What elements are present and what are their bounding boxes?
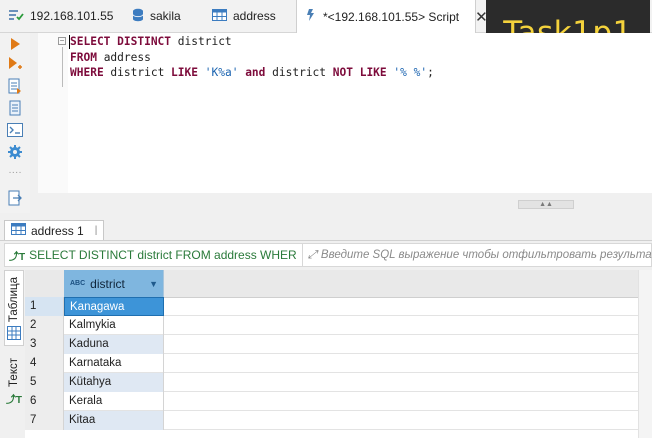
line-gutter: − <box>38 33 69 193</box>
sql-string: 'K%a' <box>204 66 239 79</box>
row-number[interactable]: 1 <box>25 297 64 316</box>
tab-label: *<192.168.101.55> Script <box>323 9 460 24</box>
cell-district[interactable]: Karnataka <box>64 354 164 373</box>
table-row[interactable]: 5 Kütahya <box>25 373 638 392</box>
code-line[interactable]: WHERE district LIKE 'K%a' and district N… <box>70 65 434 81</box>
table-row[interactable]: 3 Kaduna <box>25 335 638 354</box>
filter-placeholder: Введите SQL выражение чтобы отфильтроват… <box>320 249 652 261</box>
sql-keyword: and <box>245 66 266 79</box>
view-tab-table-label: Таблица <box>8 277 20 323</box>
row-number[interactable]: 3 <box>25 335 64 354</box>
sql-keyword: SELECT DISTINCT <box>70 35 172 48</box>
table-row[interactable]: 7 Kitaa <box>25 411 638 430</box>
filter-input[interactable]: ⤢ Введите SQL выражение чтобы отфильтров… <box>303 249 652 262</box>
code-line[interactable]: FROM address <box>70 50 434 66</box>
sql-keyword: WHERE <box>70 66 104 79</box>
result-view-switcher: Таблица Текст ⤴T <box>4 270 24 438</box>
row-number[interactable]: 4 <box>25 354 64 373</box>
column-header-district[interactable]: ABC district ▼ <box>64 270 164 297</box>
terminal-output-icon[interactable] <box>6 121 24 139</box>
tab-label: sakila <box>150 9 181 23</box>
sql-text: district <box>103 66 172 79</box>
view-tab-text-label: Текст <box>8 358 20 387</box>
query-text: SELECT DISTINCT district FROM address WH… <box>29 248 297 262</box>
code-line[interactable]: SELECT DISTINCT district <box>70 34 434 50</box>
sql-keyword: NOT LIKE <box>332 66 387 79</box>
table-row[interactable]: 2 Kalmykia <box>25 316 638 335</box>
grid-icon <box>7 326 21 343</box>
sql-string: '% %' <box>393 66 428 79</box>
text-view-icon: ⤴T <box>5 394 23 406</box>
execute-in-new-tab-icon[interactable] <box>6 55 24 73</box>
database-icon <box>132 8 144 25</box>
table-icon <box>212 8 227 24</box>
more-tools-icon[interactable]: ···· <box>6 163 24 181</box>
sql-code[interactable]: SELECT DISTINCT district FROM address WHER… <box>70 34 434 81</box>
execute-statement-icon[interactable] <box>6 35 24 53</box>
script-file-icon[interactable] <box>6 99 24 117</box>
sql-keyword: FROM <box>70 50 97 64</box>
view-tab-text[interactable]: Текст ⤴T <box>4 358 24 418</box>
execute-script-icon[interactable] <box>6 77 24 95</box>
vertical-scrollbar[interactable] <box>638 270 652 438</box>
results-tab-address-1[interactable]: address 1 | <box>4 220 105 240</box>
tab-script[interactable]: *<192.168.101.55> Script ✕ <box>296 0 488 33</box>
fold-collapse-icon[interactable]: − <box>58 37 66 45</box>
sort-dropdown-icon[interactable]: ▼ <box>149 279 158 289</box>
sql-keyword: LIKE <box>171 66 198 79</box>
sql-text: district <box>171 35 232 48</box>
tab-connection[interactable]: 192.168.101.55 <box>0 0 120 32</box>
table-icon <box>11 223 26 238</box>
results-tab-label: address 1 <box>31 223 84 238</box>
export-icon[interactable] <box>6 189 24 207</box>
tab-separator: | <box>94 225 98 236</box>
editor-side-toolbar: ···· <box>0 33 30 213</box>
table-row[interactable]: 1 Kanagawa <box>25 297 638 316</box>
sql-script-icon <box>305 8 317 25</box>
column-type-badge: ABC <box>70 280 86 287</box>
expand-icon[interactable]: ⤢ <box>308 249 317 262</box>
cell-district[interactable]: Kitaa <box>64 411 164 430</box>
cell-district[interactable]: Kerala <box>64 392 164 411</box>
table-row[interactable]: 4 Karnataka <box>25 354 638 373</box>
settings-gear-icon[interactable] <box>6 143 24 161</box>
tab-address[interactable]: address <box>204 0 296 32</box>
cell-district[interactable]: Kalmykia <box>64 316 164 335</box>
sql-text: district <box>265 66 333 79</box>
connection-icon <box>8 8 24 25</box>
row-number[interactable]: 6 <box>25 392 64 411</box>
query-text-button[interactable]: ⤴T SELECT DISTINCT district FROM address… <box>5 244 303 266</box>
fold-line <box>62 47 63 87</box>
sql-text: address <box>96 50 151 64</box>
row-number[interactable]: 7 <box>25 411 64 430</box>
text-cursor <box>69 35 70 49</box>
tab-label: address <box>233 9 276 23</box>
row-number[interactable]: 2 <box>25 316 64 335</box>
sql-editor[interactable]: SELECT DISTINCT district FROM address WHER… <box>68 33 652 193</box>
sql-text: ; <box>427 66 434 79</box>
collapse-panel-arrows-icon[interactable]: ▲▲ <box>518 200 574 209</box>
cell-district[interactable]: Kanagawa <box>64 297 164 316</box>
tab-label: 192.168.101.55 <box>30 9 114 23</box>
sql-query-icon: ⤴T <box>9 251 26 263</box>
view-tab-table[interactable]: Таблица <box>4 270 24 346</box>
editor-splitter[interactable]: ▲▲ <box>38 193 652 215</box>
cell-district[interactable]: Kaduna <box>64 335 164 354</box>
tab-sakila[interactable]: sakila <box>124 0 204 32</box>
table-row[interactable]: 6 Kerala <box>25 392 638 411</box>
column-name: district <box>90 276 125 291</box>
row-number[interactable]: 5 <box>25 373 64 392</box>
cell-district[interactable]: Kütahya <box>64 373 164 392</box>
filter-bar: ⤴T SELECT DISTINCT district FROM address… <box>4 243 652 267</box>
